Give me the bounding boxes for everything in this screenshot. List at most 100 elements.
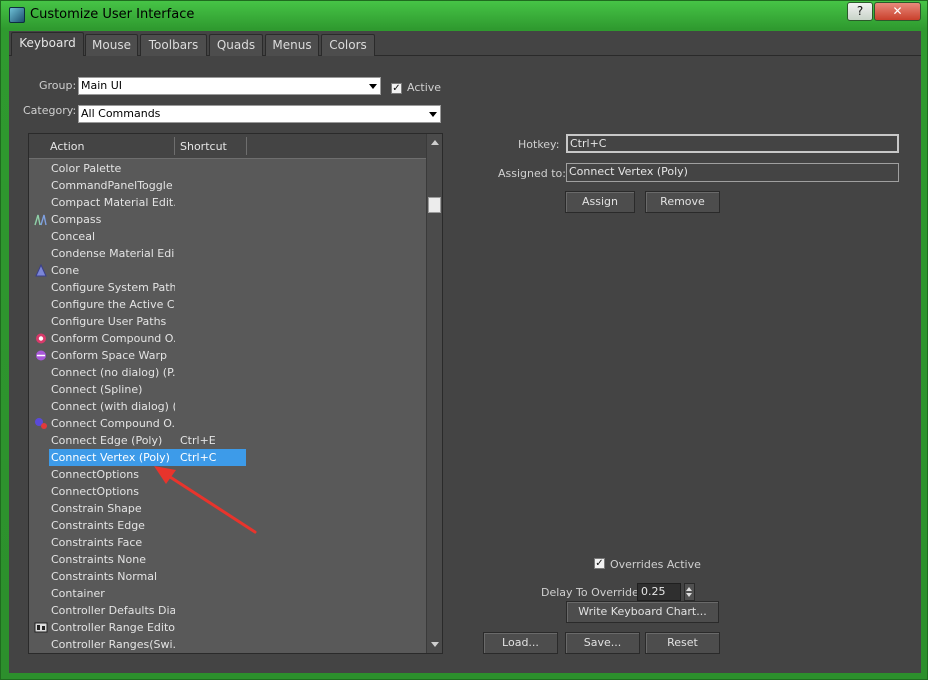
write-keyboard-chart-button[interactable]: Write Keyboard Chart... [566, 601, 719, 623]
tab-quads[interactable]: Quads [209, 34, 263, 56]
chevron-down-icon [429, 112, 437, 117]
remove-button[interactable]: Remove [645, 191, 720, 213]
app-icon [9, 7, 25, 23]
conform-space-warp-icon [34, 349, 48, 362]
action-name: Connect (no dialog) (P... [51, 366, 175, 379]
list-item[interactable]: Constraints Edge [29, 517, 426, 534]
action-name: Connect (with dialog) (... [51, 400, 175, 413]
tab-toolbars[interactable]: Toolbars [140, 34, 207, 56]
list-item[interactable]: Connect Edge (Poly) Ctrl+E [29, 432, 426, 449]
hotkey-input[interactable]: Ctrl+C [566, 134, 899, 153]
category-dropdown[interactable]: All Commands [78, 105, 441, 123]
assign-button[interactable]: Assign [565, 191, 635, 213]
overrides-active-checkbox[interactable]: ✓ [594, 558, 605, 569]
list-item[interactable]: Controller Ranges(Swi... [29, 636, 426, 653]
action-name: Color Palette [51, 162, 122, 175]
action-name: CommandPanelToggle [51, 179, 173, 192]
list-rows: Color Palette CommandPanelToggle Compact M… [29, 160, 426, 653]
delay-value[interactable]: 0.25 [637, 583, 681, 601]
window-title: Customize User Interface [30, 7, 195, 22]
list-item[interactable]: Constrain Shape [29, 500, 426, 517]
column-divider[interactable] [174, 137, 175, 155]
list-item[interactable]: Connect (no dialog) (P... [29, 364, 426, 381]
delay-to-override-label: Delay To Override: [541, 586, 643, 599]
hotkey-label: Hotkey: [518, 138, 560, 151]
shortcut-value: Ctrl+C [180, 451, 217, 464]
list-item[interactable]: CommandPanelToggle [29, 177, 426, 194]
tab-bar: Keyboard Mouse Toolbars Quads Menus Colo… [9, 31, 921, 57]
scroll-down-icon[interactable] [431, 642, 439, 647]
scroll-up-icon[interactable] [431, 140, 439, 145]
save-button[interactable]: Save... [565, 632, 640, 654]
list-header: Action Shortcut [29, 134, 426, 159]
title-bar[interactable]: Customize User Interface ? ✕ [1, 1, 927, 29]
action-name: Compass [51, 213, 102, 226]
list-item[interactable]: Constraints None [29, 551, 426, 568]
list-item[interactable]: Connect (with dialog) (... [29, 398, 426, 415]
conform-compound-icon [34, 332, 48, 345]
spinner-down-icon[interactable] [686, 593, 692, 597]
action-name: ConnectOptions [51, 468, 139, 481]
overrides-active-label: Overrides Active [610, 558, 701, 571]
list-item[interactable]: Cone [29, 262, 426, 279]
list-item[interactable]: Color Palette [29, 160, 426, 177]
category-label: Category: [23, 104, 77, 117]
list-item[interactable]: Conceal [29, 228, 426, 245]
list-item[interactable]: Configure System Paths [29, 279, 426, 296]
close-button[interactable]: ✕ [874, 2, 921, 21]
list-item[interactable]: Controller Range Edito... [29, 619, 426, 636]
list-item[interactable]: Compass [29, 211, 426, 228]
action-name: Connect Vertex (Poly) [51, 451, 170, 464]
delay-spinner[interactable]: 0.25 [637, 583, 695, 601]
group-value: Main UI [81, 79, 123, 92]
list-scrollbar[interactable] [426, 134, 442, 653]
shortcut-value: Ctrl+E [180, 434, 216, 447]
list-item[interactable]: Compact Material Edit... [29, 194, 426, 211]
active-label: Active [407, 81, 442, 94]
list-item[interactable]: Configure User Paths [29, 313, 426, 330]
action-name: Constraints Edge [51, 519, 145, 532]
tab-mouse[interactable]: Mouse [85, 34, 138, 56]
list-item[interactable]: Constraints Face [29, 534, 426, 551]
category-value: All Commands [81, 107, 161, 120]
action-name: Configure the Active C... [51, 298, 175, 311]
list-item[interactable]: ConnectOptions [29, 483, 426, 500]
action-name: Constraints None [51, 553, 146, 566]
column-header-shortcut[interactable]: Shortcut [180, 140, 227, 153]
scrollbar-thumb[interactable] [428, 197, 441, 213]
spinner-arrows[interactable] [684, 583, 695, 601]
list-item[interactable]: Controller Defaults Dia... [29, 602, 426, 619]
action-name: Connect (Spline) [51, 383, 143, 396]
tab-keyboard[interactable]: Keyboard [11, 32, 84, 57]
group-dropdown[interactable]: Main UI [78, 77, 381, 95]
cone-icon [34, 263, 48, 277]
connect-compound-icon [34, 417, 48, 430]
action-name: Configure User Paths [51, 315, 167, 328]
list-item-selected[interactable]: Connect Vertex (Poly) Ctrl+C [29, 449, 426, 466]
list-item[interactable]: Connect Compound O... [29, 415, 426, 432]
list-item[interactable]: Configure the Active C... [29, 296, 426, 313]
spinner-up-icon[interactable] [686, 587, 692, 591]
action-list[interactable]: Action Shortcut Color Palette CommandPane… [28, 133, 443, 654]
reset-button[interactable]: Reset [645, 632, 720, 654]
action-name: Connect Edge (Poly) [51, 434, 163, 447]
column-divider[interactable] [246, 137, 247, 155]
list-item[interactable]: Container [29, 585, 426, 602]
list-item[interactable]: Conform Compound O... [29, 330, 426, 347]
action-name: Connect Compound O... [51, 417, 175, 430]
list-item[interactable]: Conform Space Warp [29, 347, 426, 364]
tab-menus[interactable]: Menus [265, 34, 319, 56]
list-item[interactable]: ConnectOptions [29, 466, 426, 483]
action-name: ConnectOptions [51, 485, 139, 498]
action-name: Compact Material Edit... [51, 196, 175, 209]
list-item[interactable]: Constraints Normal [29, 568, 426, 585]
help-button[interactable]: ? [847, 2, 873, 21]
tab-colors[interactable]: Colors [321, 34, 375, 56]
active-checkbox[interactable]: ✓ [391, 83, 402, 94]
column-header-action[interactable]: Action [50, 140, 84, 153]
action-name: Cone [51, 264, 80, 277]
list-item[interactable]: Connect (Spline) [29, 381, 426, 398]
load-button[interactable]: Load... [483, 632, 558, 654]
list-item[interactable]: Condense Material Edi... [29, 245, 426, 262]
action-name: Controller Range Edito... [51, 621, 175, 634]
